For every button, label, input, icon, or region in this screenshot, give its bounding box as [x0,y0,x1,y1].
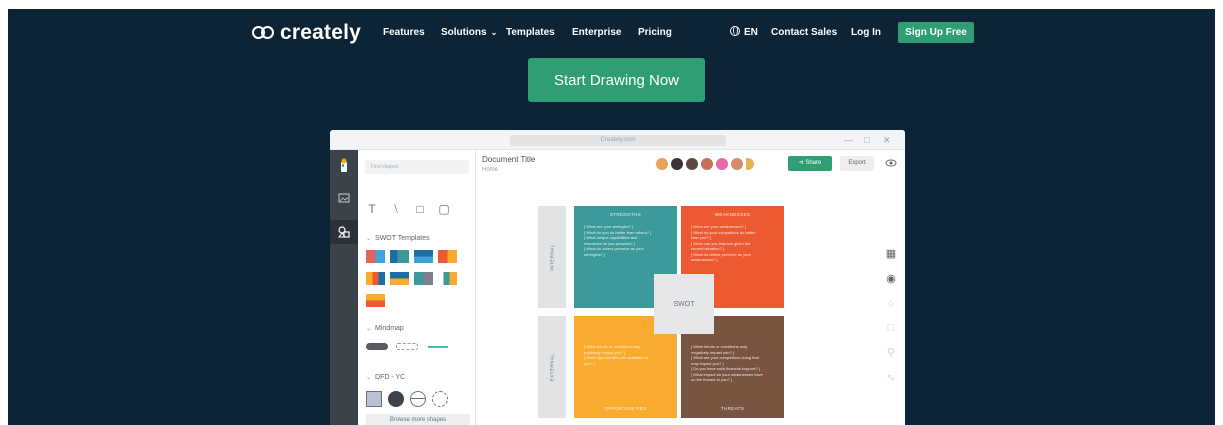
mindmap-connector-shape[interactable] [428,346,448,348]
avatar[interactable] [701,158,713,170]
chevron-down-icon: ⌄ [366,326,372,332]
collaborator-avatars [656,158,754,170]
document-title[interactable]: Document Title [482,155,535,164]
avatar[interactable] [686,158,698,170]
nav-solutions-label: Solutions [441,27,487,38]
line-tool-icon[interactable]: ⧵ [390,202,402,217]
right-tool-rail: ▦ ◉ ○ □ ⚲ ∿ [877,150,905,425]
language-label: EN [744,27,758,38]
close-icon: ✕ [883,135,891,145]
opportunities-title: OPPORTUNITIES [604,406,647,411]
window-titlebar: Creately.com — □ ✕ [330,130,905,150]
avatar[interactable] [731,158,743,170]
basic-shapes-row: T ⧵ □ ▢ [366,202,450,217]
section-mindmap[interactable]: ⌄ Mindmap [366,325,404,332]
section-dfd-label: DFD - YC [375,374,406,381]
dfd-external-shape[interactable] [432,391,448,407]
weaknesses-text: [ What are your weaknesses? ][ What do y… [691,224,756,262]
strengths-title: STRENGTHS [609,212,642,217]
browse-more-shapes-button[interactable]: Browse more shapes [366,414,470,425]
address-bar: Creately.com [510,135,726,146]
swot-center-label[interactable]: SWOT [654,274,714,334]
threats-text: [ What trends or conditions may negativel… [691,344,763,382]
opportunities-text: [ What trends or conditions may positivel… [584,344,648,366]
comment-icon[interactable]: ○ [885,298,897,310]
nav-templates[interactable]: Templates [506,26,555,40]
diagram-canvas[interactable]: Document Title Home ⊲ Share Export INTER… [476,150,877,425]
palette-icon[interactable]: ◉ [885,273,897,285]
chevron-down-icon: ⌄ [366,236,372,242]
mindmap-subtopic-shape[interactable] [396,343,418,350]
properties-icon[interactable]: □ [885,322,897,334]
mindmap-topic-shape[interactable] [366,343,388,350]
creately-app-icon [336,158,352,174]
section-swot-label: SWOT Templates [375,235,430,242]
avatar[interactable] [716,158,728,170]
tool-rail [330,150,358,425]
nav-contact-sales[interactable]: Contact Sales [771,26,837,40]
signup-button[interactable]: Sign Up Free [898,22,974,43]
language-selector[interactable]: EN [730,26,758,40]
minimize-icon: — [844,135,853,145]
globe-icon [730,26,740,36]
swot-diagram[interactable]: INTERNAL EXTERNAL STRENGTHS [ What are y… [538,206,784,425]
main-nav: Features Solutions ⌄ Templates Enterprise… [8,26,1215,40]
hero-section: creately Features Solutions ⌄ Templates E… [8,9,1215,425]
swot-template-thumb[interactable] [414,272,433,285]
swot-template-thumb[interactable] [366,250,385,263]
chevron-down-icon: ⌄ [490,28,498,37]
nav-pricing[interactable]: Pricing [638,26,672,40]
export-button[interactable]: Export [840,156,874,171]
note-tool-icon[interactable]: □ [414,202,426,217]
dfd-process-shape[interactable] [388,391,404,407]
dfd-entity-shape[interactable] [366,391,382,407]
share-button[interactable]: ⊲ Share [788,156,832,171]
section-dfd[interactable]: ⌄ DFD - YC [366,374,405,381]
page-settings-icon[interactable]: ▦ [885,248,897,260]
avatar-more[interactable] [746,158,754,170]
swot-template-thumb[interactable] [414,250,433,263]
external-label: EXTERNAL [538,316,566,418]
internal-label: INTERNAL [538,206,566,308]
swot-template-thumb[interactable] [390,250,409,263]
page: creately Features Solutions ⌄ Templates E… [0,0,1223,425]
text-tool-icon[interactable]: T [366,202,378,217]
rectangle-tool-icon[interactable]: ▢ [438,202,450,217]
eye-icon[interactable] [885,156,897,168]
swot-template-thumb[interactable] [366,272,385,285]
weaknesses-title: WEAKNESSES [714,212,751,217]
nav-features[interactable]: Features [383,26,425,40]
nav-solutions[interactable]: Solutions ⌄ [441,26,497,40]
image-icon[interactable] [336,192,352,208]
share-label: Share [805,160,822,166]
section-mindmap-label: Mindmap [375,325,404,332]
start-drawing-button[interactable]: Start Drawing Now [528,58,705,102]
breadcrumb-home[interactable]: Home [482,167,498,173]
maximize-icon: □ [864,135,870,145]
nav-enterprise[interactable]: Enterprise [572,26,621,40]
section-swot-templates[interactable]: ⌄ SWOT Templates [366,235,430,242]
swot-template-thumb[interactable] [390,272,409,285]
threats-title: THREATS [720,406,745,411]
nav-login[interactable]: Log In [851,26,881,40]
chevron-down-icon: ⌄ [366,375,372,381]
shapes-icon[interactable] [330,220,358,244]
avatar[interactable] [671,158,683,170]
avatar[interactable] [656,158,668,170]
swot-template-thumb[interactable] [438,250,457,263]
link-icon[interactable]: ⚲ [885,347,897,359]
shape-search-input[interactable]: Find shapes [365,160,469,174]
history-icon[interactable]: ∿ [885,372,897,384]
app-preview-window: Creately.com — □ ✕ Find shapes T ⧵ □ ▢ ⌄… [330,130,905,425]
dfd-datastore-shape[interactable] [410,391,426,407]
swot-template-thumb[interactable] [438,272,457,285]
strengths-text: [ What are your strengths? ][ What do yo… [584,224,652,257]
swot-template-thumb[interactable] [366,294,385,307]
shapes-panel: Find shapes T ⧵ □ ▢ ⌄ SWOT Templates ⌄ M… [358,150,476,425]
